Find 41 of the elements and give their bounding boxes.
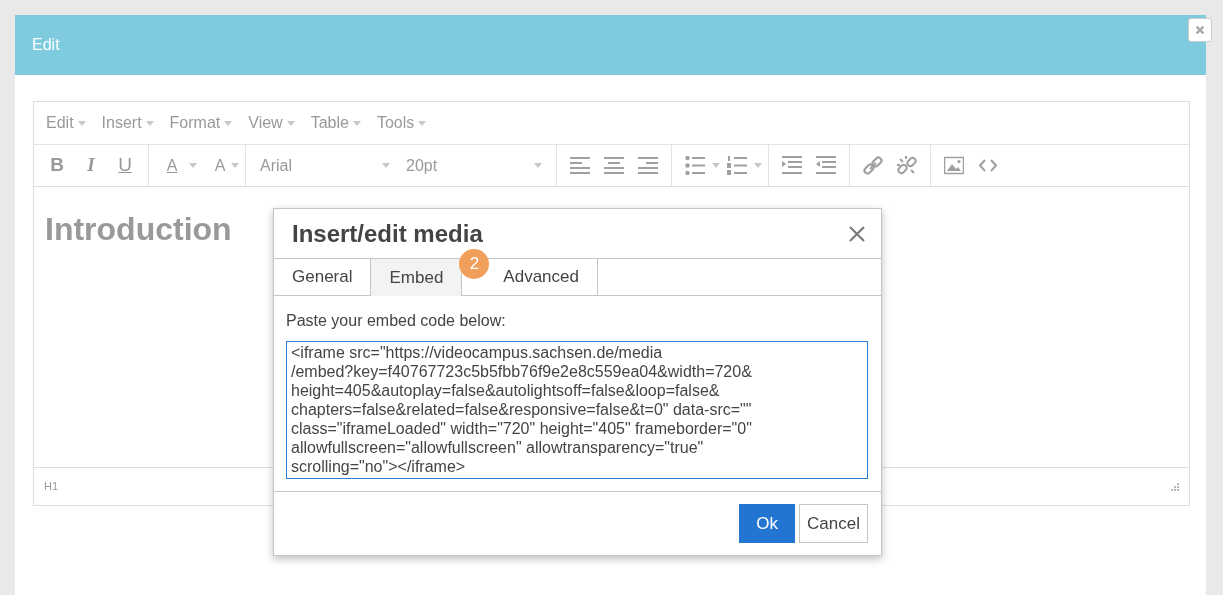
- cancel-button[interactable]: Cancel: [799, 503, 868, 544]
- textcolor-button[interactable]: A: [155, 150, 189, 181]
- ok-button[interactable]: Ok: [739, 503, 796, 544]
- caret-icon: [418, 120, 427, 126]
- tab[interactable]: Embed: [371, 259, 463, 296]
- caret-icon: [77, 120, 86, 126]
- close-icon: [849, 225, 865, 242]
- italic-button[interactable]: I: [74, 150, 108, 181]
- embed-code-field[interactable]: <iframe src="https://videocampus.sachsen.de/media /embed?key=f40767723c5b5fbb76f9e2e8c559ea04&width=720& height=405&autoplay=false&autolightsoff=false&loop=false& chapters=false&related=false&responsive=false&t=0" data-src="" class="iframeLoaded" width="720" height="405" frameborder="0" allowfullscreen="allowfullscreen" allowtransparency="true" scrolling="no"></iframe>: [286, 341, 868, 479]
- font-family-select[interactable]: Arial: [252, 153, 398, 178]
- caret-icon: [231, 163, 239, 168]
- menu-item[interactable]: Edit: [40, 111, 92, 135]
- tab[interactable]: General: [274, 259, 372, 295]
- caret-icon: [754, 163, 762, 168]
- resize-handle[interactable]: [1171, 482, 1179, 491]
- field-label: Paste your embed code below:: [286, 311, 507, 331]
- caret-icon: [286, 120, 295, 126]
- close-button[interactable]: [1188, 18, 1212, 42]
- close-button[interactable]: [849, 225, 865, 242]
- caret-icon: [145, 120, 154, 126]
- modal-title: Edit: [32, 35, 60, 55]
- heading-text: Introduction: [45, 213, 232, 245]
- close-icon: [1195, 24, 1205, 36]
- caret-icon: [534, 163, 542, 168]
- menu-item[interactable]: View: [242, 111, 301, 135]
- underline-button[interactable]: U: [108, 150, 142, 181]
- caret-icon: [352, 120, 361, 126]
- menu-item[interactable]: Insert: [95, 111, 160, 135]
- caret-icon: [189, 163, 197, 168]
- bgcolor-button[interactable]: A: [209, 154, 231, 177]
- status-path: H1: [44, 479, 59, 495]
- bold-button[interactable]: B: [40, 150, 74, 181]
- caret-icon: [712, 163, 720, 168]
- menu-item[interactable]: Tools: [370, 111, 433, 135]
- menu-item[interactable]: Format: [163, 111, 239, 135]
- caret-icon: [382, 163, 390, 168]
- dialog-title: Insert/edit media: [292, 218, 483, 249]
- step-badge: 2: [459, 249, 490, 279]
- font-size-select[interactable]: 20pt: [398, 153, 550, 178]
- caret-icon: [224, 120, 233, 126]
- menu-item[interactable]: Table: [304, 111, 367, 135]
